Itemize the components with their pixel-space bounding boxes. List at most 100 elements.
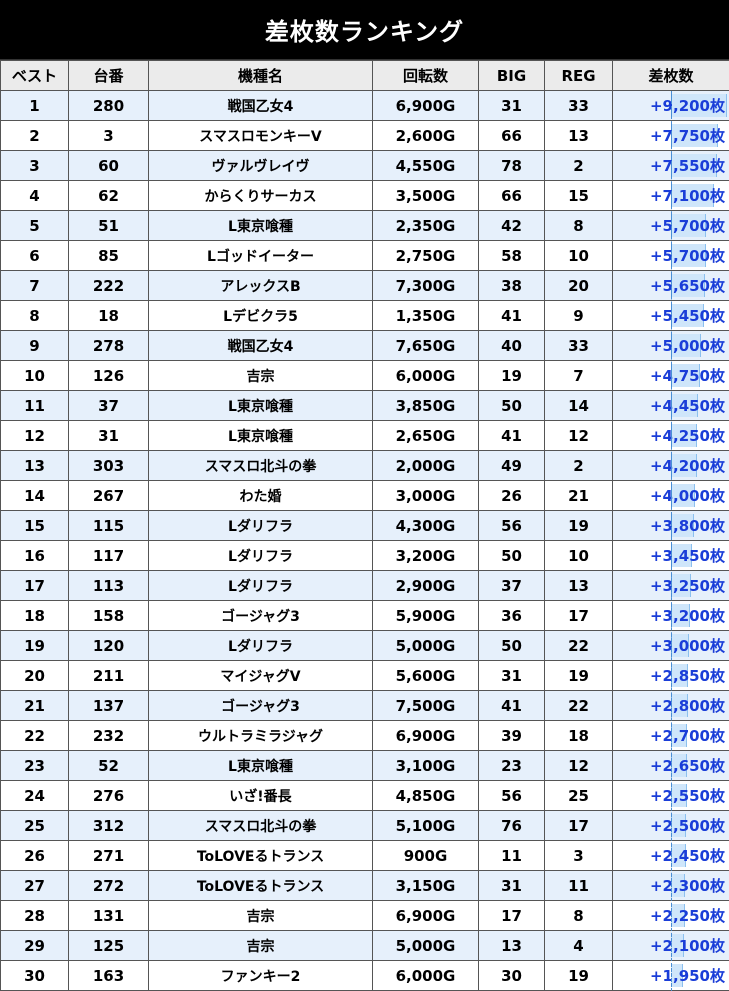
model-cell: Lダリフラ: [148, 510, 373, 541]
model-cell: 吉宗: [148, 930, 373, 961]
spins-cell: 5,000G: [372, 630, 479, 661]
model-cell: からくりサーカス: [148, 180, 373, 211]
model-cell: Lダリフラ: [148, 540, 373, 571]
big-cell: 31: [478, 660, 545, 691]
spins-cell: 4,850G: [372, 780, 479, 811]
big-cell: 50: [478, 390, 545, 421]
machine-no-cell: 52: [68, 750, 149, 781]
reg-cell: 22: [544, 630, 613, 661]
model-cell: 戦国乙女4: [148, 90, 373, 121]
table-row: 12 31 L東京喰種 2,650G 41 12 +4,250枚: [0, 420, 729, 451]
reg-cell: 17: [544, 600, 613, 631]
big-cell: 31: [478, 870, 545, 901]
diff-value: +3,800枚: [649, 517, 725, 535]
diff-value: +9,200枚: [649, 97, 725, 115]
diff-value: +4,000枚: [649, 487, 725, 505]
rank-cell: 10: [0, 360, 69, 391]
big-cell: 42: [478, 210, 545, 241]
diff-value: +1,950枚: [649, 967, 725, 985]
table-row: 24 276 いざ!番長 4,850G 56 25 +2,550枚: [0, 780, 729, 811]
model-cell: 吉宗: [148, 360, 373, 391]
rank-cell: 17: [0, 570, 69, 601]
big-cell: 49: [478, 450, 545, 481]
big-cell: 19: [478, 360, 545, 391]
table-row: 29 125 吉宗 5,000G 13 4 +2,100枚: [0, 930, 729, 961]
table-row: 18 158 ゴージャグ3 5,900G 36 17 +3,200枚: [0, 600, 729, 631]
diff-value: +7,550枚: [649, 157, 725, 175]
big-cell: 50: [478, 630, 545, 661]
machine-no-cell: 18: [68, 300, 149, 331]
diff-value: +5,450枚: [649, 307, 725, 325]
diff-value: +4,750枚: [649, 367, 725, 385]
machine-no-cell: 51: [68, 210, 149, 241]
reg-cell: 8: [544, 210, 613, 241]
machine-no-cell: 267: [68, 480, 149, 511]
machine-no-cell: 211: [68, 660, 149, 691]
model-cell: スマスロモンキーV: [148, 120, 373, 151]
big-cell: 58: [478, 240, 545, 271]
big-cell: 13: [478, 930, 545, 961]
rank-cell: 29: [0, 930, 69, 961]
table-row: 8 18 Lデビクラ5 1,350G 41 9 +5,450枚: [0, 300, 729, 331]
big-cell: 23: [478, 750, 545, 781]
model-cell: Lダリフラ: [148, 570, 373, 601]
spins-cell: 3,500G: [372, 180, 479, 211]
reg-cell: 19: [544, 660, 613, 691]
big-cell: 30: [478, 960, 545, 991]
spins-cell: 6,900G: [372, 90, 479, 121]
spins-cell: 6,900G: [372, 900, 479, 931]
spins-cell: 7,650G: [372, 330, 479, 361]
table-row: 14 267 わた婚 3,000G 26 21 +4,000枚: [0, 480, 729, 511]
rank-cell: 28: [0, 900, 69, 931]
table-row: 9 278 戦国乙女4 7,650G 40 33 +5,000枚: [0, 330, 729, 361]
machine-no-cell: 272: [68, 870, 149, 901]
reg-cell: 10: [544, 240, 613, 271]
machine-no-cell: 62: [68, 180, 149, 211]
model-cell: L東京喰種: [148, 420, 373, 451]
rank-cell: 2: [0, 120, 69, 151]
rank-cell: 1: [0, 90, 69, 121]
table-row: 22 232 ウルトラミラジャグ 6,900G 39 18 +2,700枚: [0, 720, 729, 751]
spins-cell: 5,600G: [372, 660, 479, 691]
spins-cell: 2,000G: [372, 450, 479, 481]
table-body: 1 280 戦国乙女4 6,900G 31 33 +9,200枚 2 3 スマスロモンキーV 2,6…: [0, 90, 729, 991]
header-model: 機種名: [148, 60, 373, 91]
machine-no-cell: 126: [68, 360, 149, 391]
table-row: 20 211 マイジャグV 5,600G 31 19 +2,850枚: [0, 660, 729, 691]
table-row: 23 52 L東京喰種 3,100G 23 12 +2,650枚: [0, 750, 729, 781]
model-cell: L東京喰種: [148, 390, 373, 421]
table-row: 1 280 戦国乙女4 6,900G 31 33 +9,200枚: [0, 90, 729, 121]
model-cell: L東京喰種: [148, 210, 373, 241]
diff-value: +2,800枚: [649, 697, 725, 715]
machine-no-cell: 120: [68, 630, 149, 661]
diff-value: +2,550枚: [649, 787, 725, 805]
diff-value: +2,250枚: [649, 907, 725, 925]
reg-cell: 13: [544, 570, 613, 601]
spins-cell: 3,200G: [372, 540, 479, 571]
diff-zero-line: [670, 90, 672, 991]
header-big: BIG: [478, 60, 545, 91]
reg-cell: 22: [544, 690, 613, 721]
big-cell: 26: [478, 480, 545, 511]
header-rank: ベスト: [0, 60, 69, 91]
header-spins: 回転数: [372, 60, 479, 91]
diff-value: +2,500枚: [649, 817, 725, 835]
diff-value: +3,000枚: [649, 637, 725, 655]
model-cell: L東京喰種: [148, 750, 373, 781]
diff-value: +2,300枚: [649, 877, 725, 895]
rank-cell: 30: [0, 960, 69, 991]
reg-cell: 18: [544, 720, 613, 751]
spins-cell: 7,300G: [372, 270, 479, 301]
model-cell: ToLOVEるトランス: [148, 840, 373, 871]
machine-no-cell: 37: [68, 390, 149, 421]
model-cell: 戦国乙女4: [148, 330, 373, 361]
table-row: 19 120 Lダリフラ 5,000G 50 22 +3,000枚: [0, 630, 729, 661]
reg-cell: 7: [544, 360, 613, 391]
table-row: 7 222 アレックスB 7,300G 38 20 +5,650枚: [0, 270, 729, 301]
model-cell: ゴージャグ3: [148, 690, 373, 721]
model-cell: ウルトラミラジャグ: [148, 720, 373, 751]
spins-cell: 5,000G: [372, 930, 479, 961]
spins-cell: 2,600G: [372, 120, 479, 151]
big-cell: 78: [478, 150, 545, 181]
big-cell: 39: [478, 720, 545, 751]
